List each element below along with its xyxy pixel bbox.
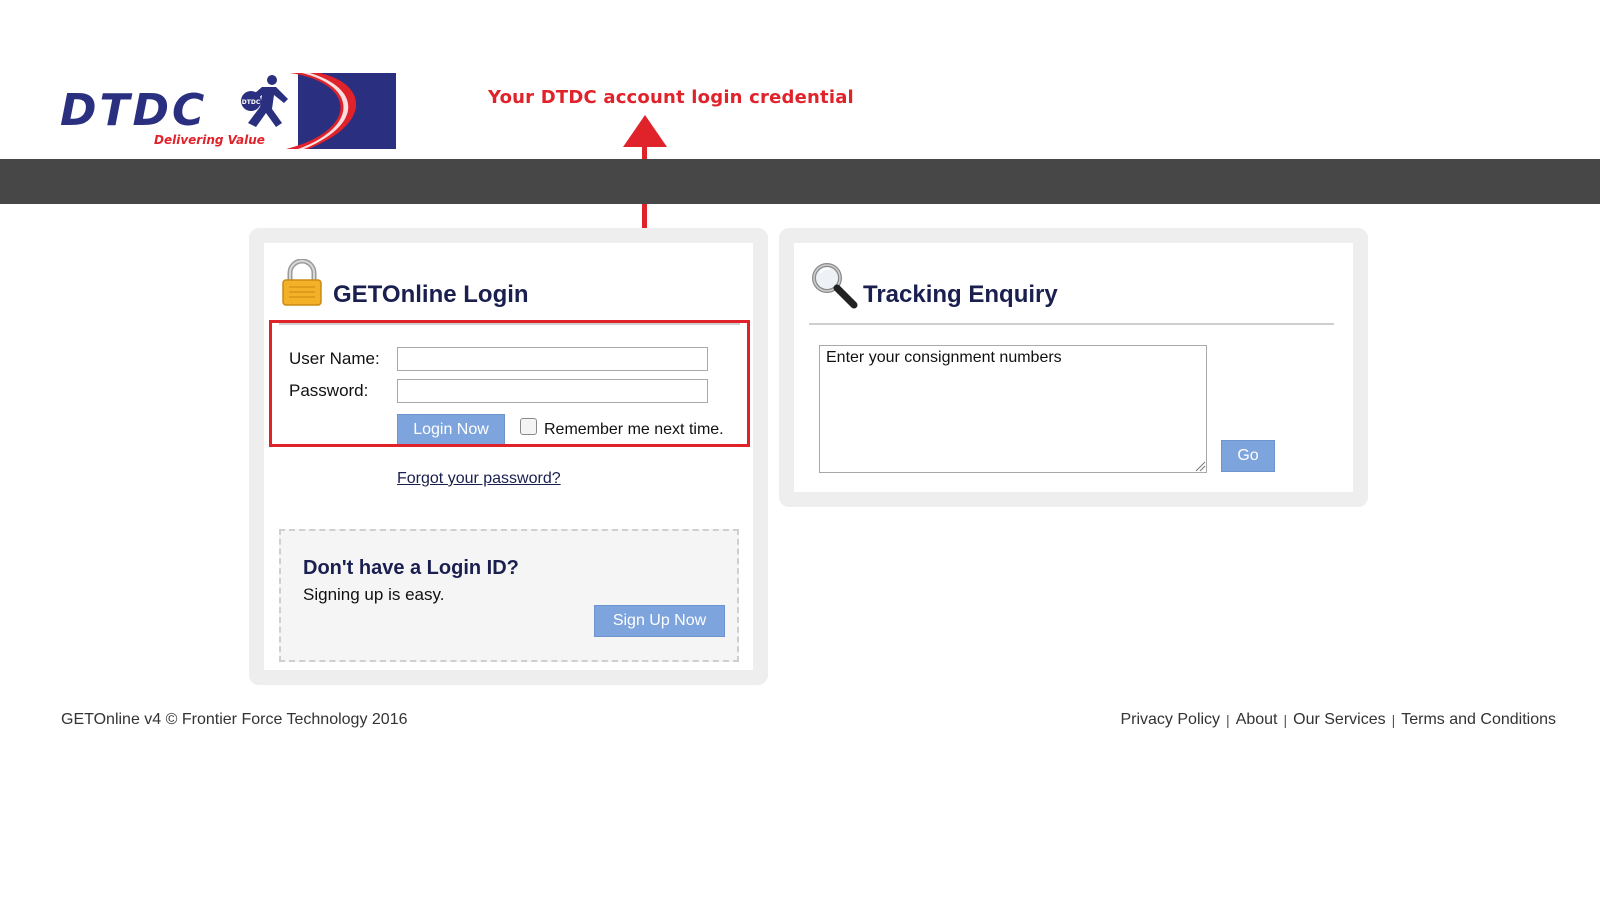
magnifier-icon: [812, 263, 858, 309]
login-panel: GETOnline Login User Name: Password: Log…: [249, 228, 768, 685]
login-panel-body: GETOnline Login User Name: Password: Log…: [264, 243, 753, 670]
resize-grip-icon[interactable]: [1195, 461, 1206, 472]
username-label: User Name:: [289, 349, 380, 368]
tracking-panel-body: Tracking Enquiry Go: [794, 243, 1353, 492]
login-panel-title: GETOnline Login: [333, 281, 529, 308]
tracking-panel-title: Tracking Enquiry: [863, 281, 1058, 308]
terms-conditions-link[interactable]: Terms and Conditions: [1401, 711, 1556, 729]
remember-me-checkbox[interactable]: [520, 418, 537, 435]
signup-title: Don't have a Login ID?: [303, 557, 519, 579]
consignment-numbers-input[interactable]: [819, 345, 1207, 473]
password-label: Password:: [289, 381, 369, 400]
login-now-button[interactable]: Login Now: [397, 414, 505, 446]
footer-copyright: GETOnline v4 © Frontier Force Technology…: [61, 711, 408, 728]
our-services-link[interactable]: Our Services: [1293, 711, 1385, 729]
footer-separator: |: [1391, 712, 1396, 728]
footer-separator: |: [1283, 712, 1288, 728]
login-title-divider: [279, 323, 740, 325]
logo-wordmark: DTDC: [60, 85, 207, 136]
remember-me-label: Remember me next time.: [544, 421, 724, 438]
dtdc-logo[interactable]: DTDC DTDC Delivering Value: [58, 73, 396, 149]
privacy-policy-link[interactable]: Privacy Policy: [1120, 711, 1220, 729]
tracking-panel: Tracking Enquiry Go: [779, 228, 1368, 507]
sign-up-now-button[interactable]: Sign Up Now: [594, 605, 725, 637]
password-input[interactable]: [397, 379, 708, 403]
about-link[interactable]: About: [1236, 711, 1278, 729]
forgot-password-link[interactable]: Forgot your password?: [397, 470, 561, 488]
footer-separator: |: [1226, 712, 1230, 728]
signup-subtitle: Signing up is easy.: [303, 585, 445, 604]
go-button[interactable]: Go: [1221, 440, 1275, 472]
logo-badge-text: DTDC: [242, 99, 261, 106]
logo-tagline: Delivering Value: [154, 133, 265, 147]
tracking-title-divider: [809, 323, 1334, 325]
top-nav-bar: [0, 159, 1600, 204]
annotation-label: Your DTDC account login credential: [488, 87, 854, 108]
footer-links: Privacy Policy | About | Our Services | …: [1120, 711, 1556, 729]
username-input[interactable]: [397, 347, 708, 371]
signup-box: Don't have a Login ID? Signing up is eas…: [279, 529, 739, 662]
lock-icon: [282, 259, 322, 306]
